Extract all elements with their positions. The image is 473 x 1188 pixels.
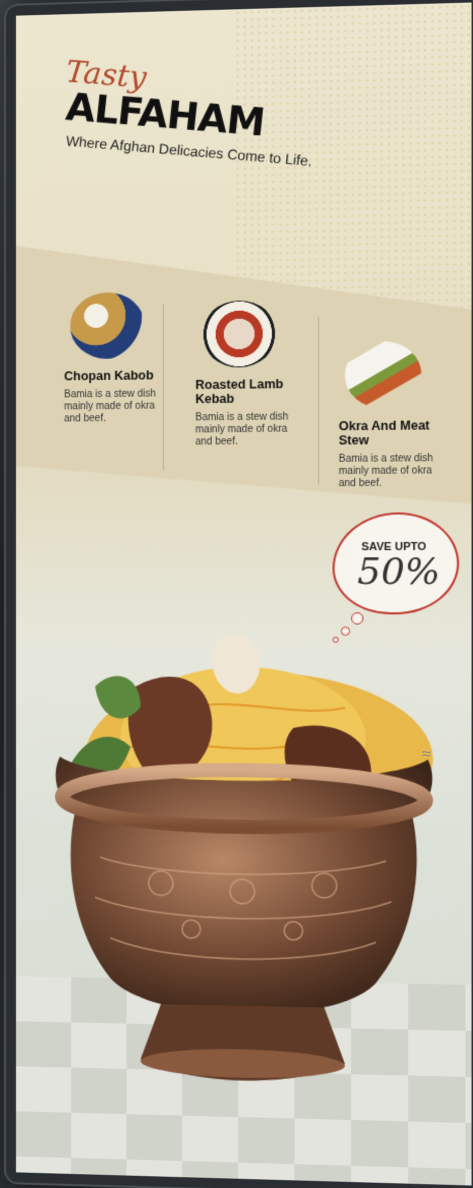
menu-item-title: Roasted Lamb Kebab — [195, 377, 284, 407]
decorative-wave: ≈ — [422, 746, 431, 763]
menu-item-title: Chopan Kabob — [64, 368, 154, 384]
menu-item-chopan-kabob[interactable]: Chopan Kabob Bamia is a stew dish mainly… — [64, 291, 185, 425]
thought-bubble — [351, 612, 364, 625]
promo-badge: SAVE UPTO 50% — [332, 512, 460, 615]
kabob-plate-icon — [70, 291, 145, 360]
menu-item-description: Bamia is a stew dish mainly made of okra… — [195, 411, 289, 448]
menu-item-description: Bamia is a stew dish mainly made of okra… — [338, 453, 434, 490]
menu-item-okra-meat-stew[interactable]: Okra And Meat Stew Bamia is a stew dish … — [339, 340, 464, 490]
lamb-kebab-plate-icon — [201, 300, 278, 368]
menu-item-roasted-lamb-kebab[interactable]: Roasted Lamb Kebab Bamia is a stew dish … — [195, 299, 318, 448]
menu-divider — [318, 316, 320, 485]
stage: Tasty ALFAHAM Where Afghan Delicacies Co… — [0, 0, 473, 1188]
kiosk-frame: Tasty ALFAHAM Where Afghan Delicacies Co… — [4, 0, 473, 1188]
biryani-pot-icon — [40, 633, 449, 1083]
menu-divider — [162, 303, 164, 471]
menu-item-description: Bamia is a stew dish mainly made of okra… — [64, 388, 156, 425]
stew-trays-icon — [344, 340, 422, 409]
display-screen: Tasty ALFAHAM Where Afghan Delicacies Co… — [15, 2, 472, 1186]
menu-item-title: Okra And Meat Stew — [338, 418, 430, 448]
promo-value: 50% — [357, 551, 441, 593]
